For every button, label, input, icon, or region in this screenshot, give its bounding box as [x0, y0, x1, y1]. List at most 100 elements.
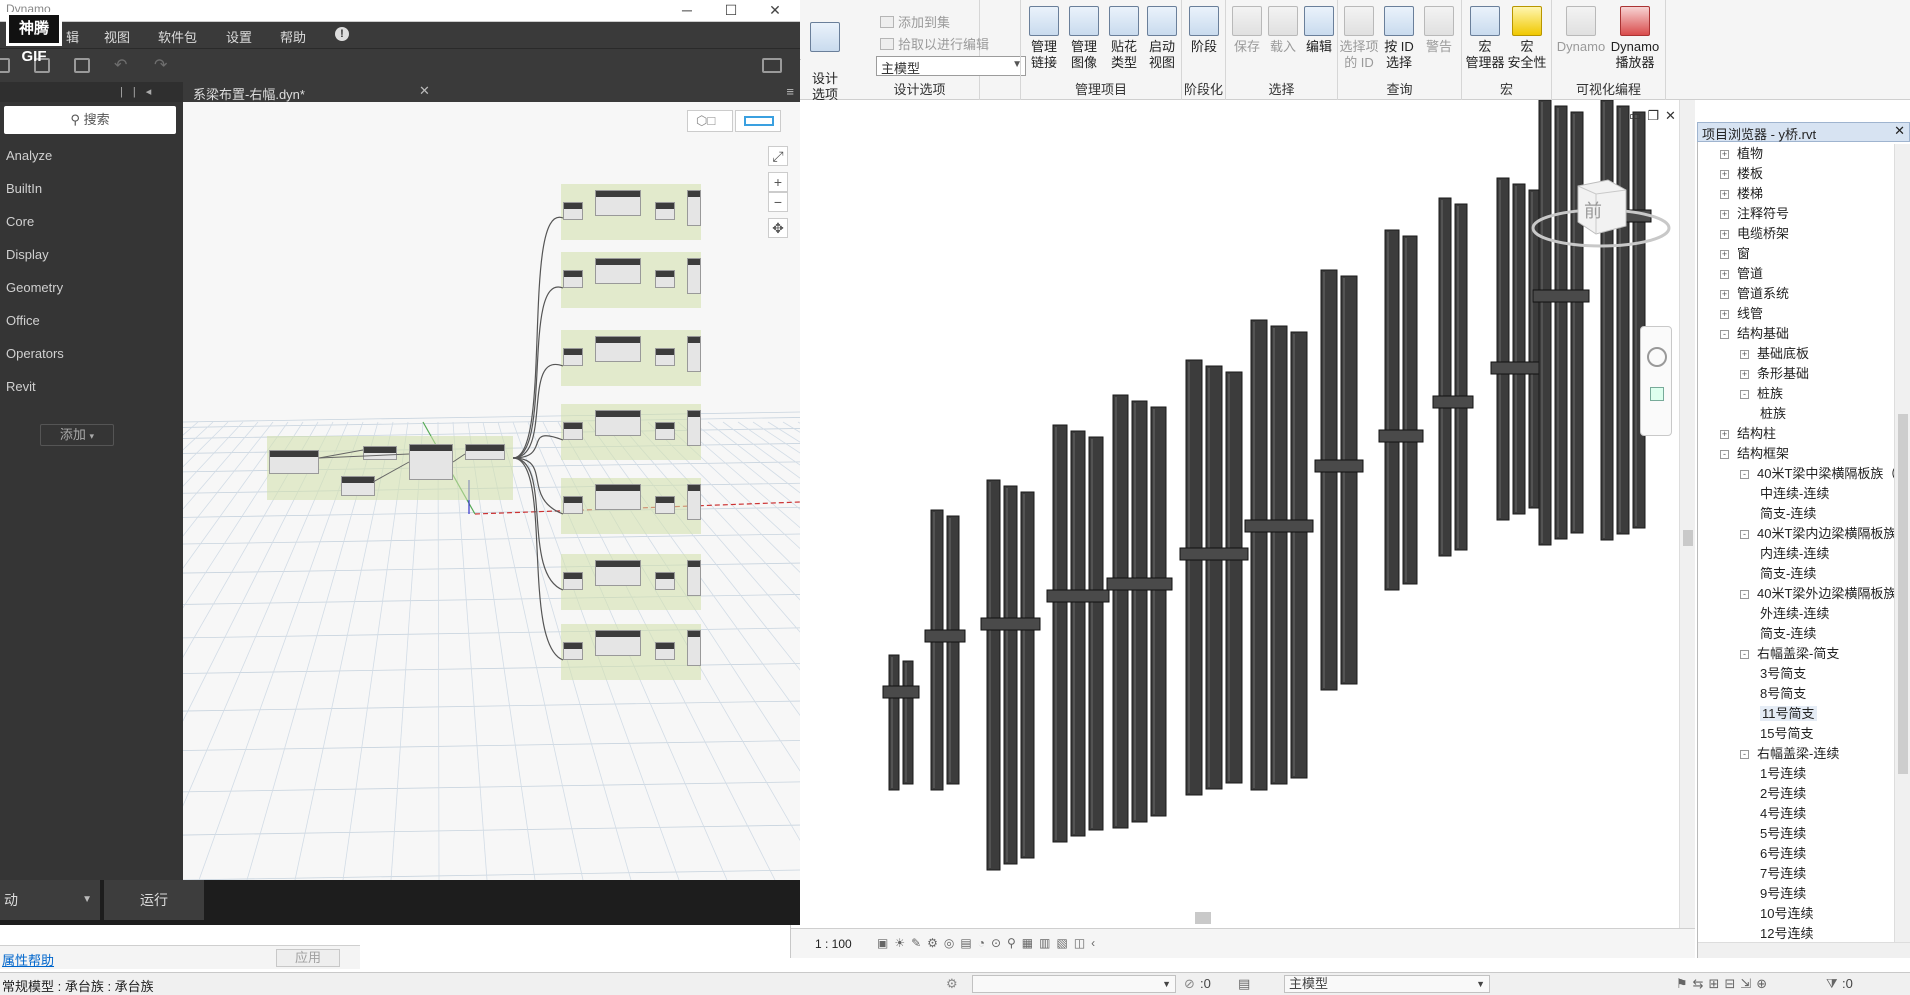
minimize-icon[interactable]: ─	[672, 0, 702, 22]
browser-tree-item[interactable]: 桩族	[1760, 404, 1786, 424]
design-option-status-select[interactable]: 主模型 ▼	[1284, 975, 1490, 993]
browser-tree-item[interactable]: 外连续-连续	[1760, 604, 1829, 624]
camera-icon[interactable]	[762, 58, 782, 73]
save-icon[interactable]	[74, 58, 90, 73]
viewcube[interactable]: 前	[1526, 170, 1676, 260]
collapse-icon[interactable]: -	[1720, 450, 1729, 459]
view-control-icons[interactable]: ▣☀✎⚙◎▤◔⊙⚲▦▥▧◫‹	[877, 936, 1101, 950]
browser-tree-item[interactable]: 12号连续	[1760, 924, 1813, 942]
design-options-status-icon[interactable]: ▤	[1238, 976, 1250, 992]
browser-tree-item[interactable]: 3号简支	[1760, 664, 1806, 684]
expand-icon[interactable]: +	[1720, 170, 1729, 179]
menu-packages[interactable]: 软件包	[158, 27, 197, 46]
zoom-icon[interactable]	[1650, 387, 1664, 401]
expand-icon[interactable]: +	[1720, 230, 1729, 239]
expand-icon[interactable]: +	[1720, 430, 1729, 439]
steering-wheel-icon[interactable]	[1647, 347, 1667, 367]
warnings-button[interactable]: 警告	[1418, 6, 1460, 55]
browser-tree-item[interactable]: 5号连续	[1760, 824, 1806, 844]
browser-tree-item[interactable]: + 植物	[1720, 144, 1763, 164]
run-button[interactable]: 运行	[104, 880, 204, 920]
library-item-geometry[interactable]: Geometry	[6, 280, 63, 295]
browser-tree-item[interactable]: 中连续-连续	[1760, 484, 1829, 504]
scroll-thumb[interactable]	[1898, 414, 1908, 774]
viewport-vertical-scrollbar[interactable]	[1679, 100, 1695, 958]
redo-icon[interactable]: ↷	[154, 55, 170, 74]
expand-icon[interactable]: +	[1720, 250, 1729, 259]
library-item-revit[interactable]: Revit	[6, 379, 36, 394]
menu-settings[interactable]: 设置	[226, 27, 252, 46]
undo-icon[interactable]: ↶	[114, 55, 130, 74]
browser-tree-item[interactable]: - 右幅盖梁-简支	[1740, 644, 1839, 664]
browser-horizontal-scrollbar[interactable]	[1698, 942, 1910, 958]
browser-tree-item[interactable]: - 右幅盖梁-连续	[1740, 744, 1839, 764]
expand-icon[interactable]: +	[1720, 290, 1729, 299]
editable-only-icon[interactable]: ⊘	[1184, 976, 1195, 992]
design-options-button[interactable]: 设计 选项	[804, 6, 846, 103]
expand-icon[interactable]: +	[1740, 370, 1749, 379]
browser-tree-item[interactable]: + 管道	[1720, 264, 1763, 284]
viewport-horizontal-scroll-thumb[interactable]	[1195, 912, 1211, 924]
expand-icon[interactable]: +	[1740, 350, 1749, 359]
browser-tree-item[interactable]: + 管道系统	[1720, 284, 1789, 304]
collapse-icon[interactable]: -	[1740, 590, 1749, 599]
library-item-core[interactable]: Core	[6, 214, 34, 229]
browser-tree-item[interactable]: + 线管	[1720, 304, 1763, 324]
browser-tree-item[interactable]: + 楼板	[1720, 164, 1763, 184]
browser-tree-item[interactable]: + 楼梯	[1720, 184, 1763, 204]
add-to-set-button[interactable]: 添加到集	[880, 12, 950, 31]
browser-tree-item[interactable]: 7号连续	[1760, 864, 1806, 884]
navigation-bar[interactable]	[1640, 326, 1672, 436]
manage-links-button[interactable]: 管理 链接	[1023, 6, 1065, 71]
browser-tree-item[interactable]: 简支-连续	[1760, 564, 1816, 584]
browser-tree-item[interactable]: -40米T梁外边梁横隔板族	[1740, 584, 1894, 604]
phases-button[interactable]: 阶段	[1183, 6, 1225, 55]
browser-tree-item[interactable]: 11号简支	[1760, 704, 1817, 724]
edit-selection-button[interactable]: 编辑	[1298, 6, 1340, 55]
browser-tree-item[interactable]: + 窗	[1720, 244, 1750, 264]
library-item-operators[interactable]: Operators	[6, 346, 64, 361]
library-add-button[interactable]: 添加 ▾	[40, 424, 114, 446]
maximize-icon[interactable]: ☐	[716, 0, 746, 22]
close-tab-icon[interactable]: ✕	[419, 83, 430, 99]
browser-tree-item[interactable]: 6号连续	[1760, 844, 1806, 864]
browser-vertical-scrollbar[interactable]	[1894, 144, 1910, 942]
decal-types-button[interactable]: 贴花 类型	[1103, 6, 1145, 71]
library-item-builtin[interactable]: BuiltIn	[6, 181, 42, 196]
collapse-icon[interactable]: -	[1740, 750, 1749, 759]
collapse-icon[interactable]: -	[1740, 390, 1749, 399]
revit-3d-viewport[interactable]: ▭ ❐ ✕ 前 1 : 100 ▣☀✎⚙◎▤◔⊙⚲▦▥▧◫‹	[790, 100, 1695, 958]
selection-filter-icons[interactable]: ⚑⇆⊞⊟⇲⊕	[1676, 976, 1772, 992]
notification-alert-icon[interactable]: !	[335, 27, 349, 41]
scroll-thumb[interactable]	[1683, 530, 1693, 546]
worksharing-icon[interactable]: ⚙	[946, 976, 958, 992]
browser-tree-item[interactable]: 1号连续	[1760, 764, 1806, 784]
browser-tree-item[interactable]: + 电缆桥架	[1720, 224, 1789, 244]
browser-tree-item[interactable]: 简支-连续	[1760, 624, 1816, 644]
close-icon[interactable]: ✕	[760, 0, 790, 22]
library-item-office[interactable]: Office	[6, 313, 40, 328]
browser-tree-item[interactable]: 2号连续	[1760, 784, 1806, 804]
close-icon[interactable]: ✕	[1894, 123, 1905, 139]
select-by-id-button[interactable]: 按 ID 选择	[1378, 6, 1420, 71]
run-mode-select[interactable]: 动 ▼	[0, 880, 100, 920]
dynamo-player-button[interactable]: Dynamo 播放器	[1608, 6, 1662, 71]
browser-tree-item[interactable]: 内连续-连续	[1760, 544, 1829, 564]
tab-menu-icon[interactable]: ≡	[786, 84, 794, 99]
menu-edit[interactable]: 辑	[66, 27, 79, 46]
browser-tree-item[interactable]: 8号简支	[1760, 684, 1806, 704]
expand-icon[interactable]: +	[1720, 310, 1729, 319]
browser-tree-item[interactable]: 15号简支	[1760, 724, 1813, 744]
library-search-input[interactable]: ⚲ 搜索	[4, 106, 176, 134]
design-option-select[interactable]: 主模型 ▼	[876, 56, 1026, 76]
browser-tree-item[interactable]: + 基础底板	[1740, 344, 1809, 364]
browser-tree-item[interactable]: - 结构基础	[1720, 324, 1789, 344]
graph-tab-title[interactable]: 系梁布置-右幅.dyn*	[193, 84, 305, 103]
collapse-icon[interactable]: -	[1740, 650, 1749, 659]
ids-of-selection-button[interactable]: 选择项 的 ID	[1338, 6, 1380, 71]
collapse-icon[interactable]: -	[1740, 530, 1749, 539]
new-file-icon[interactable]	[0, 58, 10, 73]
expand-icon[interactable]: +	[1720, 270, 1729, 279]
manage-images-button[interactable]: 管理 图像	[1063, 6, 1105, 71]
apply-button[interactable]: 应用	[276, 949, 340, 967]
